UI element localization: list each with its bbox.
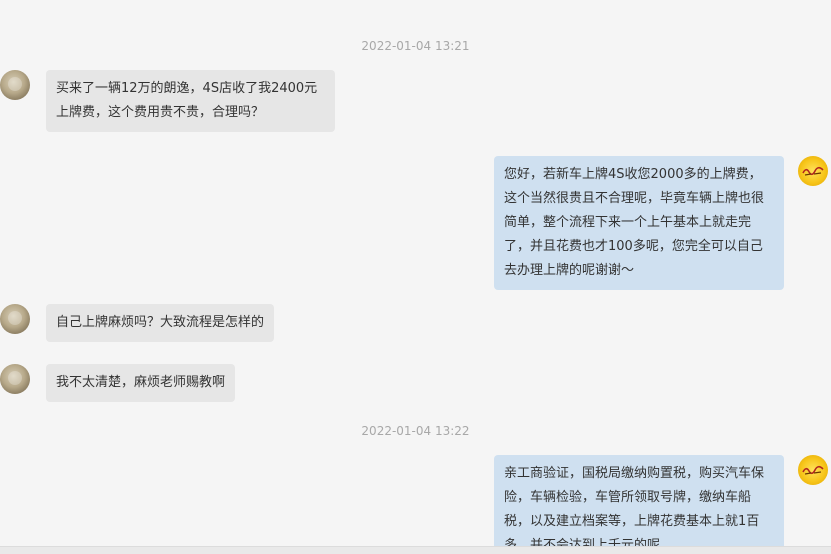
chat-window: 2022-01-04 13:21 买来了一辆12万的朗逸，4S店收了我2400元… (0, 0, 831, 554)
message-bubble-incoming: 买来了一辆12万的朗逸，4S店收了我2400元上牌费，这个费用贵不贵，合理吗？ (46, 70, 335, 132)
message-bubble-outgoing: 您好，若新车上牌4S收您2000多的上牌费，这个当然很贵且不合理呢，毕竟车辆上牌… (494, 156, 784, 290)
message-bubble-outgoing: 亲工商验证，国税局缴纳购置税，购买汽车保险，车辆检验，车管所领取号牌，缴纳车船税… (494, 455, 784, 554)
message-bubble-incoming: 自己上牌麻烦吗？大致流程是怎样的 (46, 304, 275, 342)
user-avatar-icon[interactable] (0, 364, 30, 394)
user-avatar-icon[interactable] (0, 70, 30, 100)
timestamp: 2022-01-04 13:22 (361, 424, 470, 438)
timestamp: 2022-01-04 13:21 (361, 39, 470, 53)
agent-logo-icon (802, 465, 824, 475)
agent-avatar-icon[interactable] (798, 156, 828, 186)
user-avatar-icon[interactable] (0, 304, 30, 334)
agent-logo-icon (802, 166, 824, 176)
agent-avatar-icon[interactable] (798, 455, 828, 485)
bottom-divider (0, 546, 831, 554)
message-bubble-incoming: 我不太清楚，麻烦老师赐教啊 (46, 364, 236, 402)
